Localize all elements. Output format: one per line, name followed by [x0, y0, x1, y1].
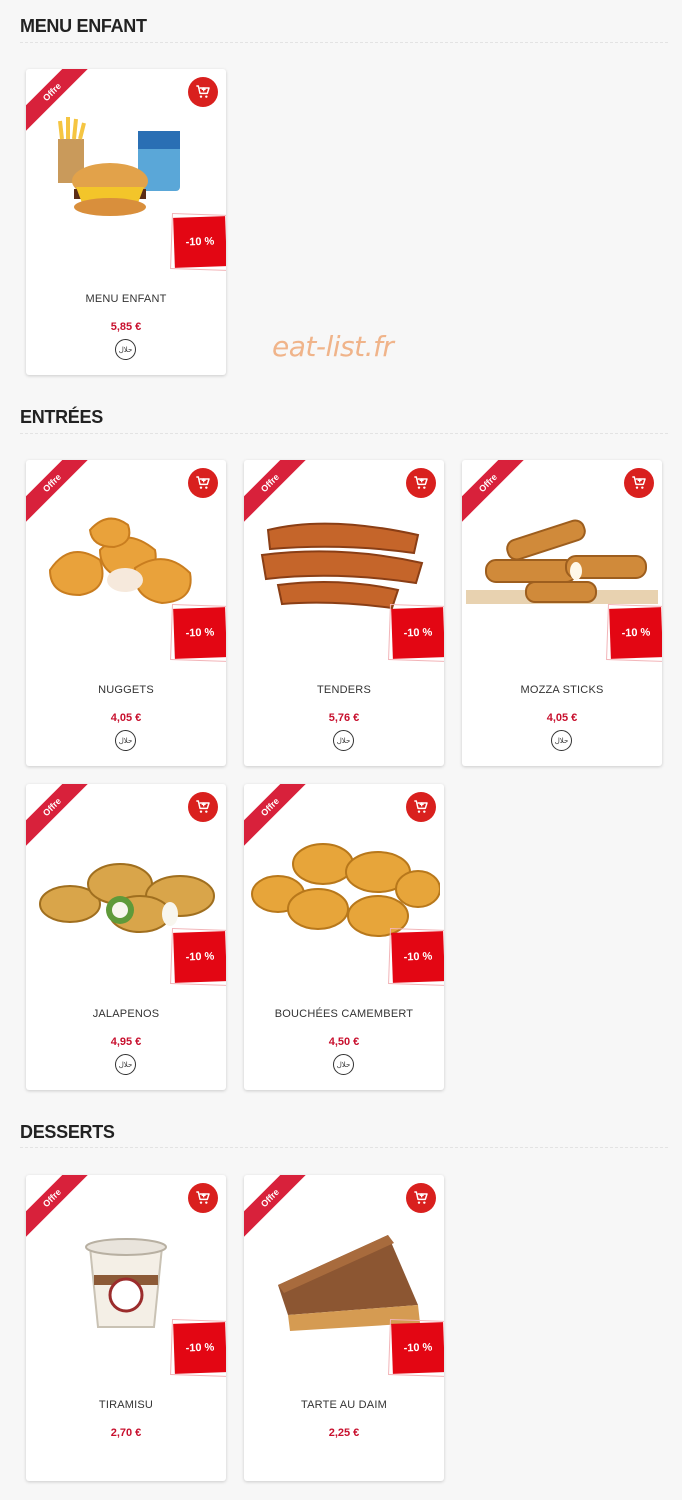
product-card-jalapenos[interactable]: Offre -10 % JALAPENOS 4,95 € حلال — [26, 784, 226, 1090]
cart-plus-icon — [196, 1191, 210, 1204]
section-divider — [20, 433, 668, 434]
add-to-cart-button[interactable] — [406, 1183, 436, 1213]
product-price: 2,25 € — [328, 1427, 360, 1439]
product-price: 5,76 € — [328, 712, 360, 724]
product-card-tarte-au-daim[interactable]: Offre -10 % TARTE AU DAIM 2,25 € — [244, 1175, 444, 1481]
add-to-cart-button[interactable] — [188, 77, 218, 107]
add-to-cart-button[interactable] — [406, 792, 436, 822]
product-card-nuggets[interactable]: Offre -10 % NUGGETS 4,05 € حلال — [26, 460, 226, 766]
discount-badge: -10 % — [173, 1322, 226, 1374]
halal-icon: حلال — [551, 730, 572, 751]
cart-plus-icon — [196, 476, 210, 489]
product-price: 5,85 € — [110, 321, 142, 333]
product-card-menu-enfant[interactable]: Offre -10 % MENU ENFANT 5,85 € حلال — [26, 69, 226, 375]
product-name: TIRAMISU — [98, 1399, 154, 1411]
cart-plus-icon — [196, 800, 210, 813]
product-name: MOZZA STICKS — [520, 684, 604, 696]
add-to-cart-button[interactable] — [624, 468, 654, 498]
product-name: BOUCHÉES CAMEMBERT — [274, 1008, 414, 1020]
cart-plus-icon — [414, 476, 428, 489]
watermark-text: eat-list.fr — [272, 330, 394, 363]
discount-badge: -10 % — [391, 1322, 444, 1374]
product-name: TENDERS — [317, 684, 371, 696]
halal-icon: حلال — [115, 339, 136, 360]
discount-badge: -10 % — [609, 607, 662, 659]
discount-badge: -10 % — [391, 931, 444, 983]
halal-icon: حلال — [333, 1054, 354, 1075]
discount-badge: -10 % — [391, 607, 444, 659]
cart-plus-icon — [196, 85, 210, 98]
add-to-cart-button[interactable] — [406, 468, 436, 498]
section-title-entrees: ENTRÉES — [20, 407, 103, 427]
product-name: TARTE AU DAIM — [301, 1399, 387, 1411]
product-name: JALAPENOS — [92, 1008, 160, 1020]
section-title-desserts: DESSERTS — [20, 1122, 115, 1142]
add-to-cart-button[interactable] — [188, 468, 218, 498]
product-card-tiramisu[interactable]: Offre -10 % TIRAMISU 2,70 € — [26, 1175, 226, 1481]
section-divider — [20, 42, 668, 43]
discount-badge: -10 % — [173, 216, 226, 268]
halal-icon: حلال — [115, 1054, 136, 1075]
product-price: 4,05 € — [546, 712, 578, 724]
discount-badge: -10 % — [173, 931, 226, 983]
product-name: MENU ENFANT — [85, 293, 167, 305]
product-card-mozza-sticks[interactable]: Offre -10 % MOZZA STICKS 4,05 € حلال — [462, 460, 662, 766]
section-divider — [20, 1147, 668, 1148]
cart-plus-icon — [632, 476, 646, 489]
add-to-cart-button[interactable] — [188, 792, 218, 822]
section-title-menu-enfant: MENU ENFANT — [20, 16, 147, 36]
cart-plus-icon — [414, 800, 428, 813]
halal-icon: حلال — [115, 730, 136, 751]
product-card-tenders[interactable]: Offre -10 % TENDERS 5,76 € حلال — [244, 460, 444, 766]
product-price: 2,70 € — [110, 1427, 142, 1439]
product-card-bouch-es-camembert[interactable]: Offre -10 % BOUCHÉES CAMEMBERT 4,50 € حل… — [244, 784, 444, 1090]
product-price: 4,50 € — [328, 1036, 360, 1048]
product-price: 4,05 € — [110, 712, 142, 724]
add-to-cart-button[interactable] — [188, 1183, 218, 1213]
cart-plus-icon — [414, 1191, 428, 1204]
discount-badge: -10 % — [173, 607, 226, 659]
halal-icon: حلال — [333, 730, 354, 751]
product-price: 4,95 € — [110, 1036, 142, 1048]
product-name: NUGGETS — [98, 684, 154, 696]
